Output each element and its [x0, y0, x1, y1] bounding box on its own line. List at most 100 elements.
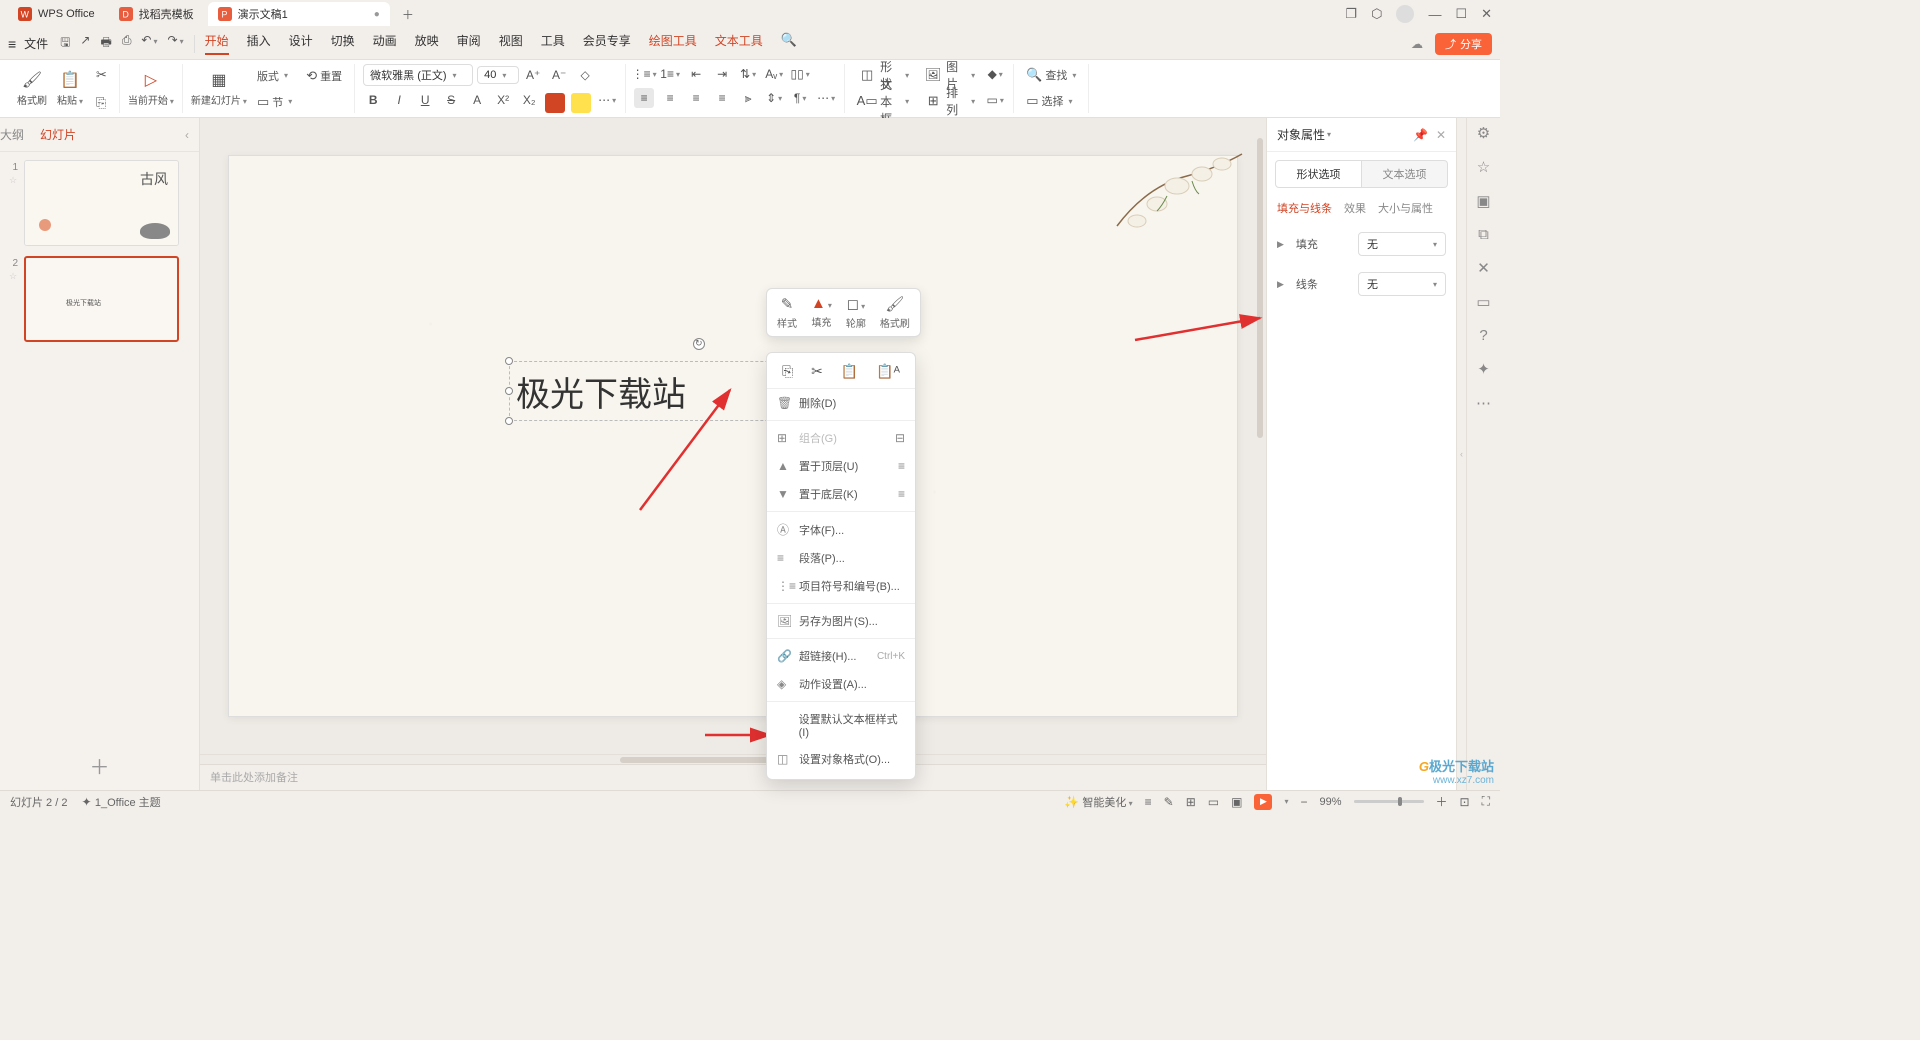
link-icon[interactable]: ⧉ [1478, 226, 1489, 243]
tab-review[interactable]: 审阅 [457, 32, 481, 55]
redo-icon[interactable]: ↷ [168, 33, 184, 54]
zoom-level[interactable]: 99% [1319, 796, 1341, 808]
font-color-icon[interactable]: A [545, 90, 565, 110]
fill-button[interactable]: ▲填充 [811, 295, 832, 330]
ctx-font[interactable]: Ⓐ字体(F)... [767, 515, 915, 544]
zoom-in-icon[interactable]: ＋ [1436, 793, 1448, 810]
increase-font-icon[interactable]: A⁺ [523, 65, 543, 85]
minimize-icon[interactable]: — [1428, 7, 1441, 22]
front-alt-icon[interactable]: ≡ [898, 459, 905, 473]
thumbnail-2[interactable]: 2 ☆ 极光下载站 [8, 256, 191, 342]
fill-color-icon[interactable]: ◆ [985, 64, 1005, 84]
maximize-icon[interactable]: ☐ [1455, 6, 1467, 22]
tab-tools[interactable]: 工具 [541, 32, 565, 55]
ctx-action[interactable]: ◈动作设置(A)... [767, 670, 915, 698]
strike-icon[interactable]: S [441, 90, 461, 110]
tab-animation[interactable]: 动画 [373, 32, 397, 55]
font-size-selector[interactable]: 40▾ [477, 66, 519, 84]
slideshow-button[interactable]: ▶ [1254, 794, 1272, 810]
font-effects-icon[interactable]: ⋯ [597, 90, 617, 110]
section-button[interactable]: ▭节 [253, 91, 296, 113]
new-slide-button[interactable]: ▦新建幻灯片 [191, 70, 247, 107]
collapse-icon[interactable]: ‹ [185, 128, 189, 142]
cube-icon[interactable]: ⬡ [1371, 6, 1382, 22]
close-panel-icon[interactable]: ✕ [1436, 128, 1446, 142]
select-button[interactable]: ▭选择 [1022, 90, 1076, 112]
tab-member[interactable]: 会员专享 [583, 32, 631, 55]
tab-template[interactable]: D 找稻壳模板 [109, 2, 204, 26]
reading-view-icon[interactable]: ▣ [1231, 795, 1242, 809]
horizontal-scrollbar[interactable] [200, 754, 1266, 764]
fill-selector[interactable]: 无▾ [1358, 232, 1446, 256]
size-subtab[interactable]: 大小与属性 [1378, 200, 1433, 216]
cut-button[interactable]: ✂ [92, 64, 111, 86]
vertical-scrollbar[interactable] [1256, 128, 1264, 448]
fit-icon[interactable]: ⊡ [1460, 795, 1470, 809]
reset-button[interactable]: ⟲重置 [302, 65, 346, 87]
text-options-tab[interactable]: 文本选项 [1362, 160, 1448, 188]
ctx-delete[interactable]: 🗑删除(D) [767, 389, 915, 417]
bullet-list-icon[interactable]: ⋮≡ [634, 64, 654, 84]
tab-insert[interactable]: 插入 [247, 32, 271, 55]
ctx-bring-front[interactable]: ▲置于顶层(U)≡ [767, 452, 915, 480]
zoom-out-icon[interactable]: − [1300, 795, 1307, 809]
share-button[interactable]: ⤴分享 [1435, 33, 1492, 55]
layers-icon[interactable]: ▣ [1476, 192, 1490, 210]
notes-view-icon[interactable]: ≡ [1145, 795, 1152, 809]
decrease-indent-icon[interactable]: ⇤ [686, 64, 706, 84]
cloud-icon[interactable]: ☁ [1411, 37, 1423, 51]
fill-line-subtab[interactable]: 填充与线条 [1277, 200, 1332, 216]
ctx-bullets[interactable]: ⋮≡项目符号和编号(B)... [767, 572, 915, 600]
copy-button[interactable]: ⎘ [92, 92, 111, 114]
bold-icon[interactable]: B [363, 90, 383, 110]
find-button[interactable]: 🔍查找 [1022, 64, 1080, 86]
ctx-save-as-pic[interactable]: 🖼另存为图片(S)... [767, 607, 915, 635]
more-icon[interactable]: ⋯ [1476, 394, 1491, 412]
notes-area[interactable]: 单击此处添加备注 [200, 764, 1266, 790]
font-selector[interactable]: 微软雅黑 (正文)▾ [363, 64, 473, 86]
arrange-button[interactable]: ⊞排列 [919, 90, 979, 112]
expand-icon[interactable]: ▶ [1277, 239, 1284, 250]
play-from-current-button[interactable]: ▷当前开始 [128, 70, 174, 107]
slide-canvas[interactable]: 极光下载站 [228, 155, 1238, 717]
zoom-slider[interactable] [1354, 800, 1424, 803]
cut-icon[interactable]: ✂ [811, 363, 823, 380]
line-spacing-icon[interactable]: ⇕ [764, 88, 784, 108]
save-icon[interactable]: 🖫 [60, 33, 70, 54]
shadow-icon[interactable]: A [467, 90, 487, 110]
italic-icon[interactable]: I [389, 90, 409, 110]
tab-design[interactable]: 设计 [289, 32, 313, 55]
numbered-list-icon[interactable]: 1≡ [660, 64, 680, 84]
tab-slideshow[interactable]: 放映 [415, 32, 439, 55]
avatar[interactable] [1396, 5, 1414, 23]
more-paragraph-icon[interactable]: ⋯ [816, 88, 836, 108]
outline-color-icon[interactable]: ▭ [985, 90, 1005, 110]
settings-icon[interactable]: ⚙ [1477, 124, 1490, 142]
text-direction-icon[interactable]: ⇅ [738, 64, 758, 84]
export-icon[interactable]: ↗ [80, 33, 90, 54]
superscript-icon[interactable]: X² [493, 90, 513, 110]
distribute-icon[interactable]: ⫸ [738, 88, 758, 108]
align-center-icon[interactable]: ≡ [660, 88, 680, 108]
menu-icon[interactable]: ≡ [8, 36, 16, 52]
animation-icon[interactable]: ✦ [1477, 360, 1490, 378]
ctx-paragraph[interactable]: ≡段落(P)... [767, 544, 915, 572]
copy-icon[interactable]: ⎘ [782, 363, 793, 380]
tools-icon[interactable]: ✕ [1477, 259, 1490, 277]
panel-collapse[interactable]: ‹ [1456, 118, 1466, 790]
pin-icon[interactable]: 📌 [1413, 128, 1428, 142]
format-painter-button[interactable]: 🖌格式刷 [16, 70, 48, 107]
paragraph-spacing-icon[interactable]: ¶ [790, 88, 810, 108]
comments-icon[interactable]: ✎ [1164, 795, 1174, 809]
increase-indent-icon[interactable]: ⇥ [712, 64, 732, 84]
textbox-button[interactable]: A▭文本框 [853, 90, 913, 112]
file-menu[interactable]: 文件 [24, 35, 48, 52]
thumbnail-1[interactable]: 1 ☆ 古风 [8, 160, 191, 246]
align-right-icon[interactable]: ≡ [686, 88, 706, 108]
ctx-hyperlink[interactable]: 🔗超链接(H)...Ctrl+K [767, 642, 915, 670]
tab-doc[interactable]: P 演示文稿1 ● [208, 2, 390, 26]
image-button[interactable]: 🖼图片 [919, 64, 979, 86]
beautify-button[interactable]: ✨ 智能美化 ▾ [1064, 794, 1133, 810]
new-tab-button[interactable]: ＋ [394, 2, 422, 27]
clear-format-icon[interactable]: ◇ [575, 65, 595, 85]
